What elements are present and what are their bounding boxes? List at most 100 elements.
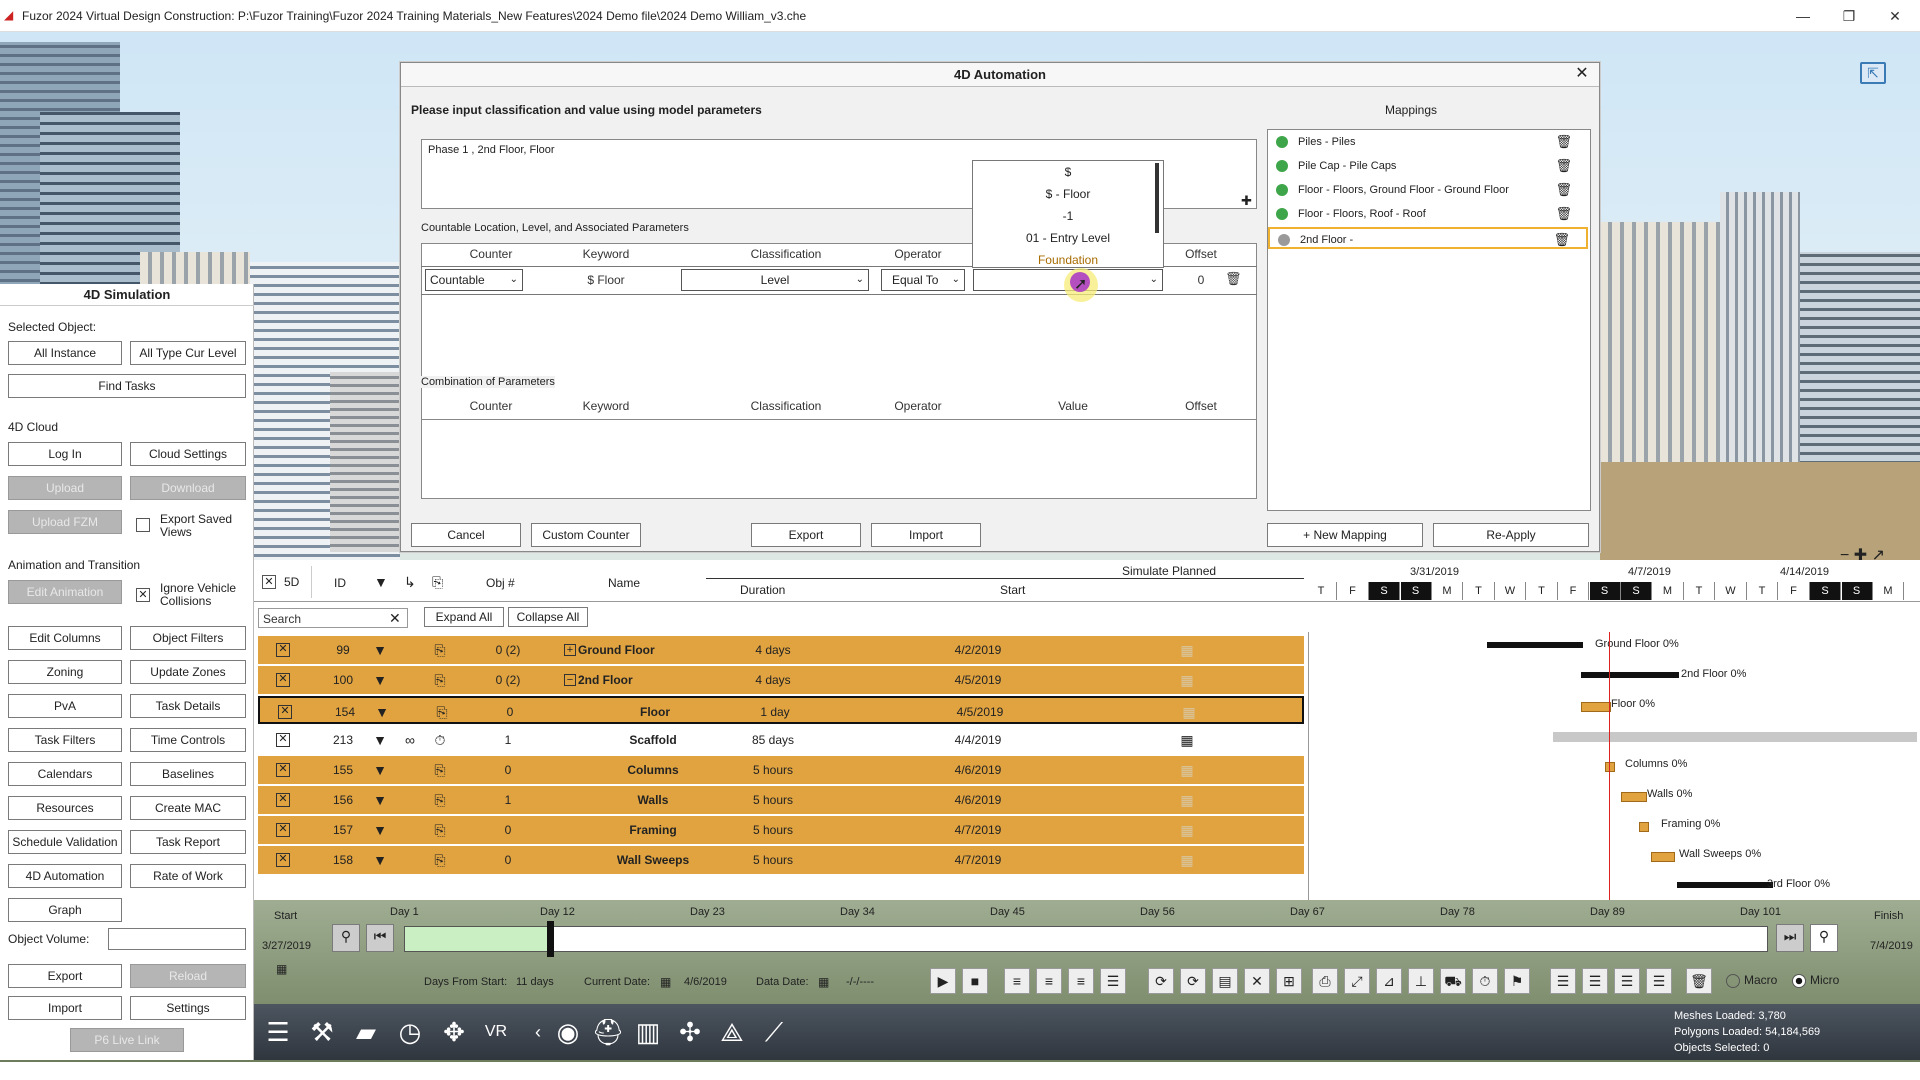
edit-columns-button[interactable]: Edit Columns (8, 626, 122, 650)
classification-select[interactable]: Level ⌄ (681, 269, 869, 291)
task-checkbox[interactable]: ✕ (276, 853, 290, 867)
macro-radio[interactable] (1726, 974, 1740, 988)
dropdown-scrollbar[interactable] (1155, 163, 1159, 233)
edit-animation-button[interactable]: Edit Animation (8, 580, 122, 604)
column-header-duration[interactable]: Duration (740, 583, 785, 597)
new-mapping-button[interactable]: + New Mapping (1267, 523, 1423, 547)
list-icon[interactable]: ☰ (260, 1014, 296, 1050)
close-dialog-button[interactable]: ✕ (1573, 65, 1591, 83)
align-icon[interactable]: ☰ (1646, 968, 1672, 994)
close-window-button[interactable]: ✕ (1872, 4, 1918, 28)
attach-icon[interactable]: ⎘ (430, 816, 450, 844)
mapping-item[interactable]: Floor - Floors, Roof - Roof 🗑 (1268, 203, 1588, 225)
p6-live-link-button[interactable]: P6 Live Link (70, 1028, 184, 1052)
mapping-item[interactable]: Piles - Piles 🗑 (1268, 131, 1588, 153)
calendar-icon[interactable]: ▦ (1172, 756, 1202, 784)
measure-icon[interactable]: ⟋ (756, 1014, 792, 1050)
delete-mapping-icon[interactable]: 🗑 (1555, 179, 1572, 201)
gantt-bar[interactable] (1621, 792, 1647, 802)
attach-icon[interactable]: ⎘ (430, 666, 450, 694)
skip-end-icon[interactable]: ⏭ (1776, 924, 1804, 952)
cloud-settings-button[interactable]: Cloud Settings (130, 442, 246, 466)
object-volume-field[interactable] (108, 928, 246, 950)
bars-icon[interactable]: ≡ (1004, 968, 1030, 994)
mapping-item[interactable]: Pile Cap - Pile Caps 🗑 (1268, 155, 1588, 177)
custom-counter-button[interactable]: Custom Counter (531, 523, 641, 547)
calendar-icon[interactable]: ▦ (660, 975, 671, 989)
mapping-item[interactable]: Floor - Floors, Ground Floor - Ground Fl… (1268, 179, 1588, 201)
task-checkbox[interactable]: ✕ (276, 793, 290, 807)
export-dialog-button[interactable]: Export (751, 523, 861, 547)
dropdown-option[interactable]: $ - Floor (973, 183, 1163, 205)
counter-select[interactable]: Countable ⌄ (425, 269, 523, 291)
play-icon[interactable]: ▶ (930, 968, 956, 994)
attach-icon[interactable]: ⎘ (432, 698, 452, 726)
calendar-icon[interactable]: ▦ (276, 962, 287, 976)
filter-icon[interactable]: ▼ (370, 666, 390, 694)
link-icon[interactable]: ∞ (400, 726, 420, 754)
find-tasks-button[interactable]: Find Tasks (8, 374, 246, 398)
zoom-out-icon[interactable]: ⚲ (332, 924, 360, 952)
clear-search-icon[interactable]: ✕ (389, 610, 401, 627)
rate-of-work-button[interactable]: Rate of Work (130, 864, 246, 888)
crane-icon[interactable]: ⚒ (304, 1014, 340, 1050)
building-icon[interactable]: ▥ (630, 1014, 666, 1050)
graph-button[interactable]: Graph (8, 898, 122, 922)
filter-icon[interactable]: ▼ (372, 698, 392, 726)
file-icon[interactable]: ⎙ (1312, 968, 1338, 994)
refresh-icon[interactable]: ⟳ (1148, 968, 1174, 994)
folder-icon[interactable]: ▰ (348, 1014, 384, 1050)
align-icon[interactable]: ☰ (1614, 968, 1640, 994)
vr-icon[interactable]: VR (478, 1014, 514, 1050)
mapping-item[interactable]: 2nd Floor - 🗑 (1268, 227, 1588, 249)
import-button[interactable]: Import (8, 996, 122, 1020)
filter-icon[interactable]: ▼ (370, 756, 390, 784)
task-row[interactable]: ✕ 156 ▼ ⎘ 1 Walls 5 hours 4/6/2019 ▦ (258, 786, 1304, 814)
pva-button[interactable]: PvA (8, 694, 122, 718)
gantt-bar[interactable] (1553, 732, 1917, 742)
stop-icon[interactable]: ■ (962, 968, 988, 994)
truck-icon[interactable]: ⛟ (1440, 968, 1466, 994)
chart-icon[interactable]: ⊿ (1376, 968, 1402, 994)
delete-mapping-icon[interactable]: 🗑 (1555, 131, 1572, 153)
attach-icon[interactable]: ⎘ (430, 846, 450, 874)
task-checkbox[interactable]: ✕ (276, 643, 290, 657)
add-icon[interactable]: ✚ (1241, 193, 1252, 209)
gantt-bar[interactable] (1605, 762, 1615, 772)
bars-icon[interactable]: ≡ (1036, 968, 1062, 994)
value-dropdown-list[interactable]: $ $ - Floor -1 01 - Entry Level Foundati… (972, 160, 1164, 268)
task-row[interactable]: ✕ 99 ▼ ⎘ 0 (2) + Ground Floor 4 days 4/2/2019 ▦ (258, 636, 1304, 664)
task-checkbox[interactable]: ✕ (276, 763, 290, 777)
reload-button[interactable]: Reload (130, 964, 246, 988)
search-input[interactable]: Search ✕ (258, 608, 408, 628)
calendar-icon[interactable]: ▦ (1172, 786, 1202, 814)
cancel-button[interactable]: Cancel (411, 523, 521, 547)
export-button[interactable]: Export (8, 964, 122, 988)
filter-icon[interactable]: ▼ (370, 786, 390, 814)
dropdown-option[interactable]: -1 (973, 205, 1163, 227)
attach-icon[interactable]: ⎘ (430, 786, 450, 814)
trash-icon[interactable]: 🗑 (1686, 968, 1712, 994)
delete-mapping-icon[interactable]: 🗑 (1555, 203, 1572, 225)
baselines-button[interactable]: Baselines (130, 762, 246, 786)
all-type-cur-level-button[interactable]: All Type Cur Level (130, 341, 246, 365)
gizmo-icon[interactable]: ⟁ (714, 1014, 750, 1050)
expander-icon[interactable]: + (564, 644, 576, 656)
calendar-icon[interactable]: ▦ (1172, 666, 1202, 694)
skip-start-icon[interactable]: ⏮ (366, 924, 394, 952)
5d-tab[interactable]: ✕ 5D (258, 566, 312, 598)
dropdown-option[interactable]: Foundation (973, 249, 1163, 267)
time-controls-button[interactable]: Time Controls (130, 728, 246, 752)
minimize-button[interactable]: — (1780, 4, 1826, 28)
column-header-name[interactable]: Name (608, 576, 640, 590)
zoom-controls-icon[interactable]: − ✚ ↗ (1840, 545, 1885, 565)
expand-all-button[interactable]: Expand All (424, 607, 504, 627)
cycle-icon[interactable]: ⟳ (1180, 968, 1206, 994)
calendars-button[interactable]: Calendars (8, 762, 122, 786)
dropdown-option[interactable]: 01 - Entry Level (973, 227, 1163, 249)
settings-button[interactable]: Settings (130, 996, 246, 1020)
export-view-icon[interactable]: ⇱ (1860, 62, 1886, 84)
gantt-bar[interactable] (1651, 852, 1675, 862)
calendar-icon[interactable]: ▦ (1172, 636, 1202, 664)
worker-icon[interactable]: ⛑ (590, 1014, 626, 1050)
